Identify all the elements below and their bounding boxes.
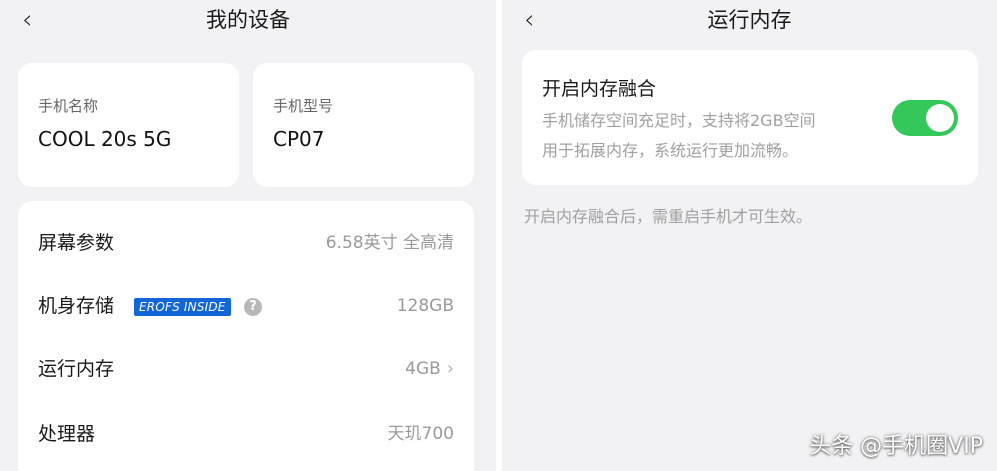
erofs-badge: EROFS INSIDE [134, 298, 231, 316]
spec-label: 处理器 [38, 423, 96, 445]
my-device-screen: ‹ 我的设备 手机名称 COOL 20s 5G 手机型号 CP07 屏幕参数 6… [0, 0, 496, 471]
spec-value: 4GB [405, 359, 441, 379]
spec-label: 屏幕参数 [38, 232, 115, 254]
watermark: 头条 @手机圈VIP [809, 434, 983, 459]
device-name-card[interactable]: 手机名称 COOL 20s 5G [18, 63, 239, 187]
memory-fusion-toggle[interactable] [892, 100, 958, 136]
memory-screen: ‹ 运行内存 开启内存融合 手机储存空间充足时，支持将2GB空间 用于拓展内存，… [502, 0, 997, 471]
memory-fusion-description: 手机储存空间充足时，支持将2GB空间 用于拓展内存，系统运行更加流畅。 [542, 106, 882, 166]
desc-line: 用于拓展内存，系统运行更加流畅。 [542, 141, 799, 160]
toggle-knob [926, 104, 954, 132]
page-title: 我的设备 [206, 8, 290, 32]
spec-row-processor: 处理器 天玑700 [18, 404, 474, 464]
page-title: 运行内存 [707, 8, 792, 32]
device-name-label: 手机名称 [38, 97, 99, 115]
memory-fusion-title: 开启内存融合 [542, 78, 657, 100]
spec-value: 128GB [396, 296, 454, 316]
desc-line: 手机储存空间充足时，支持将2GB空间 [542, 111, 816, 130]
spec-label: 机身存储 [38, 295, 115, 317]
chevron-right-icon: › [446, 358, 454, 379]
memory-fusion-card: 开启内存融合 手机储存空间充足时，支持将2GB空间 用于拓展内存，系统运行更加流… [522, 50, 978, 185]
specs-card: 屏幕参数 6.58英寸 全高清 机身存储 EROFS INSIDE ? 128G… [18, 201, 474, 471]
spec-value: 天玑700 [387, 424, 454, 444]
device-model-label: 手机型号 [273, 97, 334, 115]
top-bar: ‹ 运行内存 [502, 0, 997, 46]
spec-row-screen: 屏幕参数 6.58英寸 全高清 [18, 213, 474, 273]
spec-value: 6.58英寸 全高清 [325, 233, 454, 253]
spec-label: 运行内存 [38, 358, 115, 380]
restart-note: 开启内存融合后，需重启手机才可生效。 [524, 207, 813, 226]
device-name-value: COOL 20s 5G [38, 127, 172, 151]
top-bar: ‹ 我的设备 [0, 0, 496, 46]
spec-row-memory[interactable]: 运行内存 4GB › [18, 339, 474, 399]
device-model-value: CP07 [273, 127, 325, 151]
spec-value-with-chevron: 4GB › [405, 357, 454, 381]
help-icon[interactable]: ? [244, 298, 262, 316]
spec-row-storage: 机身存储 EROFS INSIDE ? 128GB [18, 276, 474, 336]
device-model-card: 手机型号 CP07 [253, 63, 474, 187]
